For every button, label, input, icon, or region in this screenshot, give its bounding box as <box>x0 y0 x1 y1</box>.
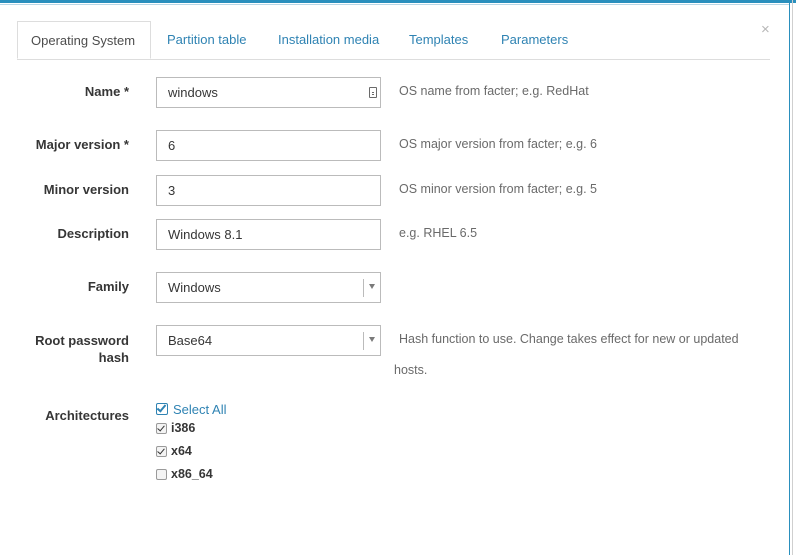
dialog-frame-right <box>789 0 790 555</box>
family-select[interactable]: Windows <box>156 272 381 303</box>
major-version-input[interactable]: 6 <box>156 130 381 161</box>
root-password-hash-label-line2: hash <box>98 350 129 365</box>
select-all-link[interactable]: Select All <box>156 402 226 417</box>
minor-version-input[interactable]: 3 <box>156 175 381 206</box>
minor-version-help: OS minor version from facter; e.g. 5 <box>399 182 597 196</box>
dialog-frame-top-inner <box>0 4 790 5</box>
name-label: Name * <box>84 84 129 99</box>
description-help: e.g. RHEL 6.5 <box>399 226 478 240</box>
family-label: Family <box>87 279 129 294</box>
major-version-help: OS major version from facter; e.g. 6 <box>399 137 597 151</box>
family-select-separator <box>363 279 364 297</box>
i386-label: i386 <box>171 421 196 435</box>
name-input-value: windows <box>168 85 218 100</box>
tab-templates[interactable]: Templates <box>409 21 468 59</box>
major-version-label: Major version * <box>35 137 129 152</box>
check-square-icon <box>156 403 168 415</box>
architectures-label: Architectures <box>45 408 129 423</box>
i386-checkbox[interactable] <box>156 423 167 434</box>
name-help: OS name from facter; e.g. RedHat <box>399 84 589 98</box>
chevron-down-icon <box>369 284 375 289</box>
tab-operating-system[interactable]: Operating System <box>17 21 151 59</box>
dialog-frame-right-shadow <box>792 0 793 555</box>
root-password-hash-label-line1: Root password <box>35 333 129 348</box>
tab-parameters[interactable]: Parameters <box>501 21 568 59</box>
x64-label: x64 <box>171 444 192 458</box>
root-password-hash-help: Hash function to use. Change takes effec… <box>399 332 739 346</box>
chevron-down-icon <box>369 337 375 342</box>
keyboard-icon <box>369 87 377 98</box>
root-password-hash-label: Root password hash <box>14 332 129 366</box>
name-input[interactable]: windows <box>156 77 381 108</box>
description-label: Description <box>57 226 129 241</box>
description-input[interactable]: Windows 8.1 <box>156 219 381 250</box>
root-password-hash-help-cont: hosts. <box>394 363 428 377</box>
x64-checkbox[interactable] <box>156 446 167 457</box>
select-all-label: Select All <box>173 402 227 417</box>
root-password-hash-select-value: Base64 <box>168 333 213 348</box>
x86-64-label: x86_64 <box>171 467 213 481</box>
tab-partition-table[interactable]: Partition table <box>167 21 247 59</box>
x86-64-checkbox[interactable] <box>156 469 167 480</box>
dialog-frame-top <box>0 0 796 3</box>
family-select-value: Windows <box>168 280 221 295</box>
root-password-hash-select[interactable]: Base64 <box>156 325 381 356</box>
tab-bar: Operating System Partition table Install… <box>17 21 770 60</box>
root-password-hash-select-separator <box>363 332 364 350</box>
tab-installation-media[interactable]: Installation media <box>278 21 379 59</box>
minor-version-label: Minor version <box>43 182 129 197</box>
